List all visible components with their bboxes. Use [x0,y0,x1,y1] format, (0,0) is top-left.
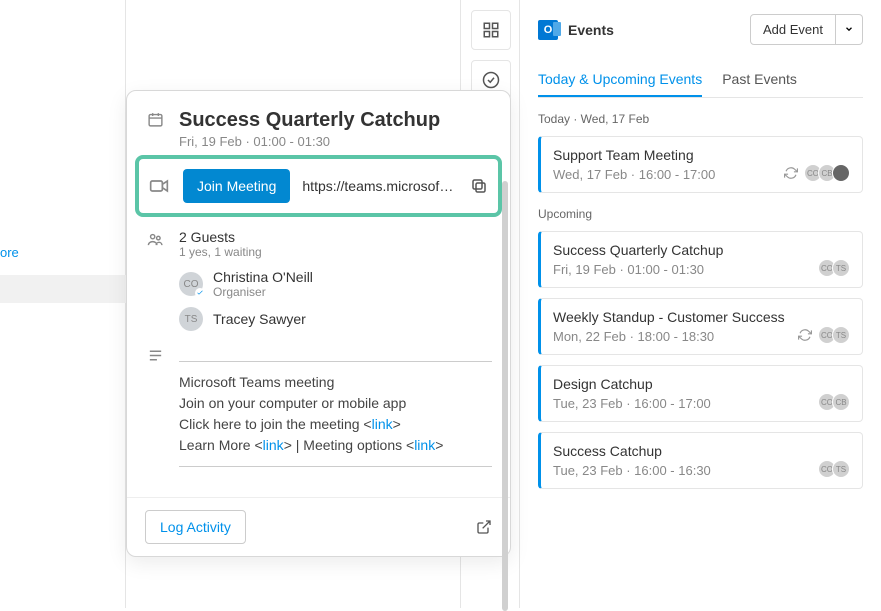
more-link[interactable]: ore [0,245,19,260]
popover-footer: Log Activity [127,497,510,556]
grid-icon [482,21,500,39]
log-activity-button[interactable]: Log Activity [145,510,246,544]
events-panel: O Events Add Event Today & Upcoming Even… [520,0,881,608]
add-event-dropdown[interactable] [836,14,863,45]
refresh-icon [798,328,812,342]
event-time: Fri, 19 Feb · 01:00 - 01:30 [553,262,850,277]
avatar: CO [179,272,203,296]
tab-upcoming[interactable]: Today & Upcoming Events [538,63,702,97]
refresh-icon [784,166,798,180]
attendee-row: TS Tracey Sawyer [179,307,492,331]
popout-icon[interactable] [476,519,492,535]
section-today-label: Today · Wed, 17 Feb [538,112,863,126]
tabs: Today & Upcoming Events Past Events [538,63,863,98]
scrollbar-thumb[interactable] [502,181,508,611]
attendee-name: Tracey Sawyer [213,311,306,327]
attendee-role: Organiser [213,285,313,299]
event-title: Success Quarterly Catchup [553,242,850,258]
guests-status: 1 yes, 1 waiting [179,245,492,259]
check-circle-icon [482,71,500,89]
event-time: Tue, 23 Feb · 16:00 - 17:00 [553,396,850,411]
outlook-icon: O [538,20,558,40]
chevron-down-icon [844,24,854,34]
event-detail-popover: Success Quarterly Catchup Fri, 19 Feb · … [126,90,511,557]
join-meeting-highlight: Join Meeting https://teams.microsof… [135,155,502,217]
avatar: TS [179,307,203,331]
meeting-title: Success Quarterly Catchup [179,109,492,132]
video-icon [149,176,169,196]
event-card[interactable]: Success Quarterly Catchup Fri, 19 Feb · … [538,231,863,288]
people-icon [145,229,165,339]
join-link[interactable]: link [372,416,393,432]
event-title: Support Team Meeting [553,147,850,163]
event-title: Weekly Standup - Customer Success [553,309,850,325]
confirmed-icon [195,288,205,298]
learn-more-link[interactable]: link [263,437,284,453]
panel-title: Events [568,22,614,38]
join-meeting-button[interactable]: Join Meeting [183,169,290,203]
meeting-url: https://teams.microsof… [302,178,458,194]
tab-past[interactable]: Past Events [722,63,797,97]
calendar-icon [145,109,165,149]
event-card[interactable]: Success Catchup Tue, 23 Feb · 16:00 - 16… [538,432,863,489]
event-title: Design Catchup [553,376,850,392]
meeting-description: Microsoft Teams meeting Join on your com… [179,351,492,477]
event-meta: COCB [784,164,850,182]
add-event-button[interactable]: Add Event [750,14,836,45]
event-card[interactable]: Support Team Meeting Wed, 17 Feb · 16:00… [538,136,863,193]
event-card[interactable]: Weekly Standup - Customer Success Mon, 2… [538,298,863,355]
panel-header: O Events Add Event [538,14,863,45]
meeting-options-link[interactable]: link [414,437,435,453]
copy-icon[interactable] [470,177,488,195]
grid-icon-button[interactable] [471,10,511,50]
event-time: Tue, 23 Feb · 16:00 - 16:30 [553,463,850,478]
left-sidebar: ore [0,0,126,608]
add-event-group: Add Event [750,14,863,45]
sidebar-selected-row[interactable] [0,275,126,303]
panel-title-group: O Events [538,20,614,40]
event-title: Success Catchup [553,443,850,459]
notes-icon [145,345,165,477]
meeting-date: Fri, 19 Feb · 01:00 - 01:30 [179,134,492,149]
attendee-name: Christina O'Neill [213,269,313,285]
attendee-row: CO Christina O'Neill Organiser [179,269,492,299]
guests-count: 2 Guests [179,229,492,245]
section-upcoming-label: Upcoming [538,207,863,221]
event-card[interactable]: Design Catchup Tue, 23 Feb · 16:00 - 17:… [538,365,863,422]
